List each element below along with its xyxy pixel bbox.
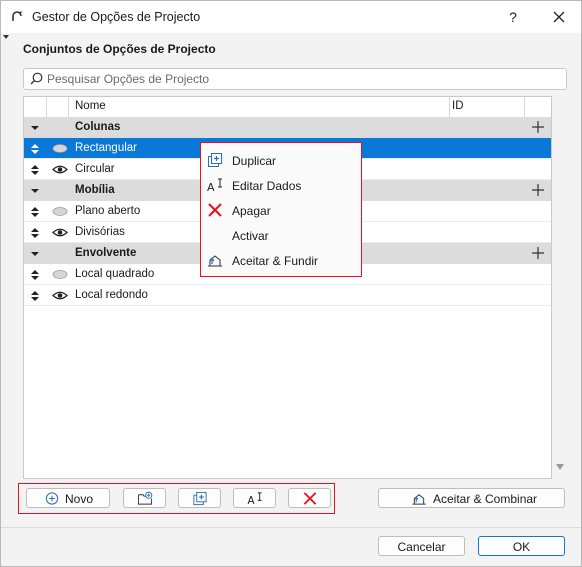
menu-item-duplicate[interactable]: Duplicar bbox=[201, 148, 361, 172]
edit-data-button[interactable]: A bbox=[233, 488, 276, 508]
menu-item-label: Apagar bbox=[232, 204, 271, 218]
option-label: Rectangular bbox=[75, 142, 138, 154]
collapse-icon[interactable] bbox=[31, 186, 39, 196]
cancel-button-label: Cancelar bbox=[397, 540, 446, 554]
delete-icon bbox=[303, 492, 317, 505]
svg-text:A: A bbox=[248, 495, 255, 506]
collapse-arrow-icon[interactable] bbox=[3, 35, 9, 39]
footer-divider bbox=[1, 527, 581, 528]
delete-button[interactable] bbox=[288, 488, 331, 508]
scroll-down-arrow-icon[interactable] bbox=[556, 464, 564, 470]
option-label: Divisórias bbox=[75, 226, 125, 238]
accept-combine-label: Aceitar & Combinar bbox=[433, 492, 538, 506]
ok-button-label: OK bbox=[512, 540, 531, 554]
accept-merge-icon bbox=[208, 255, 222, 267]
column-divider bbox=[524, 97, 525, 117]
visible-eye-icon[interactable] bbox=[52, 290, 68, 301]
group-label: Envolvente bbox=[75, 247, 137, 259]
context-menu: Duplicar A Editar Dados Apagar Activar A… bbox=[200, 142, 362, 277]
column-divider bbox=[46, 97, 47, 117]
group-label: Colunas bbox=[75, 121, 121, 133]
hidden-eye-icon[interactable] bbox=[52, 206, 68, 217]
hidden-eye-icon[interactable] bbox=[52, 143, 68, 154]
column-header-id[interactable]: ID bbox=[452, 100, 464, 112]
menu-item-label: Editar Dados bbox=[232, 179, 302, 193]
option-label: Local quadrado bbox=[75, 268, 155, 280]
visible-eye-icon[interactable] bbox=[52, 164, 68, 175]
option-row-local-redondo[interactable]: Local redondo bbox=[24, 285, 551, 306]
option-label: Plano aberto bbox=[75, 205, 141, 217]
edit-data-icon: A bbox=[207, 178, 222, 193]
reorder-icon[interactable] bbox=[31, 291, 39, 301]
option-label: Circular bbox=[75, 163, 115, 175]
hidden-eye-icon[interactable] bbox=[52, 269, 68, 280]
column-header-name[interactable]: Nome bbox=[75, 100, 106, 112]
visible-eye-icon[interactable] bbox=[52, 227, 68, 238]
menu-item-label: Activar bbox=[232, 229, 269, 243]
reorder-icon[interactable] bbox=[31, 165, 39, 175]
collapse-icon[interactable] bbox=[31, 123, 39, 133]
accept-merge-icon bbox=[412, 494, 426, 505]
accept-combine-button[interactable]: Aceitar & Combinar bbox=[378, 488, 565, 508]
new-option-button[interactable]: Novo bbox=[26, 488, 110, 508]
column-divider bbox=[449, 97, 450, 117]
title-bar: Gestor de Opções de Projecto ? bbox=[1, 1, 581, 33]
add-option-icon[interactable] bbox=[531, 183, 545, 197]
add-option-icon[interactable] bbox=[531, 246, 545, 260]
section-title: Conjuntos de Opções de Projecto bbox=[23, 42, 216, 56]
column-divider bbox=[68, 97, 69, 117]
menu-item-edit-data[interactable]: A Editar Dados bbox=[201, 173, 361, 197]
delete-icon bbox=[208, 203, 222, 217]
edit-data-icon: A bbox=[248, 492, 262, 506]
app-icon bbox=[12, 11, 22, 21]
menu-item-activate[interactable]: Activar bbox=[201, 223, 361, 247]
search-icon bbox=[30, 72, 43, 85]
reorder-icon[interactable] bbox=[31, 228, 39, 238]
window-title: Gestor de Opções de Projecto bbox=[32, 10, 201, 24]
table-header: Nome ID bbox=[24, 97, 551, 118]
reorder-icon[interactable] bbox=[31, 270, 39, 280]
ok-button[interactable]: OK bbox=[478, 536, 565, 556]
new-folder-icon bbox=[137, 491, 153, 505]
collapse-icon[interactable] bbox=[31, 249, 39, 259]
menu-item-delete[interactable]: Apagar bbox=[201, 198, 361, 222]
new-button-label: Novo bbox=[65, 492, 94, 506]
add-option-icon[interactable] bbox=[531, 120, 545, 134]
help-button[interactable]: ? bbox=[499, 7, 527, 27]
duplicate-icon bbox=[193, 491, 207, 506]
add-circle-icon bbox=[45, 492, 59, 505]
group-row-colunas[interactable]: Colunas bbox=[24, 117, 551, 138]
menu-item-label: Aceitar & Fundir bbox=[232, 254, 319, 268]
close-icon[interactable] bbox=[545, 7, 573, 27]
duplicate-button[interactable] bbox=[178, 488, 221, 508]
new-set-button[interactable] bbox=[123, 488, 166, 508]
search-input[interactable] bbox=[47, 69, 557, 89]
menu-item-accept-merge[interactable]: Aceitar & Fundir bbox=[201, 248, 361, 272]
reorder-icon[interactable] bbox=[31, 144, 39, 154]
menu-item-label: Duplicar bbox=[232, 154, 277, 168]
cancel-button[interactable]: Cancelar bbox=[378, 536, 465, 556]
duplicate-icon bbox=[208, 153, 222, 167]
option-label: Local redondo bbox=[75, 289, 148, 301]
search-box[interactable] bbox=[23, 68, 567, 90]
svg-text:A: A bbox=[207, 181, 215, 193]
group-label: Mobília bbox=[75, 184, 115, 196]
reorder-icon[interactable] bbox=[31, 207, 39, 217]
project-options-dialog: Gestor de Opções de Projecto ? Conjuntos… bbox=[0, 0, 582, 567]
